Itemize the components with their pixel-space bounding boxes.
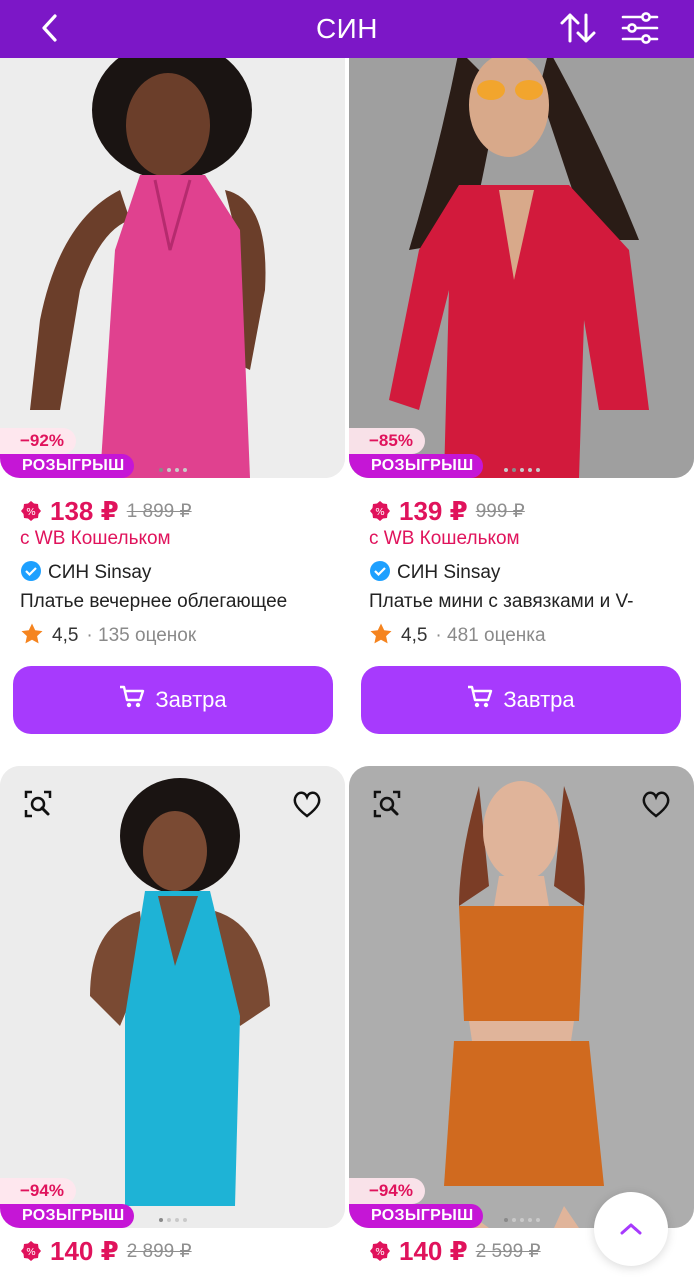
chevron-up-icon: [620, 1223, 642, 1235]
svg-text:%: %: [375, 1247, 385, 1258]
verified-icon: [369, 560, 391, 587]
add-to-cart-button[interactable]: Завтра: [13, 666, 333, 734]
top-bar: СИН: [0, 0, 694, 58]
add-to-cart-label: Завтра: [503, 687, 575, 712]
favorite-heart-icon[interactable]: [287, 784, 327, 824]
product-price: 138 ₽: [50, 495, 119, 526]
product-photo[interactable]: −85% РОЗЫГРЫШ: [349, 0, 694, 478]
visual-search-icon[interactable]: [18, 784, 58, 824]
product-photo[interactable]: −92% РОЗЫГРЫШ: [0, 0, 345, 478]
chevron-left-icon: [42, 14, 57, 42]
wallet-discount-icon: %: [369, 1240, 391, 1262]
cart-icon: [467, 685, 493, 715]
page-title: СИН: [315, 13, 379, 44]
wallet-discount-icon: %: [20, 500, 42, 522]
product-price: 140 ₽: [399, 1235, 468, 1266]
product-price: 140 ₽: [50, 1235, 119, 1266]
filter-button[interactable]: [618, 6, 662, 50]
product-old-price: 1 899 ₽: [126, 500, 192, 522]
product-image: [0, 766, 345, 1228]
discount-badge: −94%: [349, 1178, 425, 1204]
product-old-price: 2 599 ₽: [475, 1240, 541, 1262]
review-count: · 481 оценка: [435, 625, 546, 646]
discount-badge: −92%: [0, 428, 76, 454]
svg-text:%: %: [375, 507, 385, 518]
product-name[interactable]: Платье вечернее облегающее: [20, 588, 335, 616]
cart-icon: [119, 685, 145, 715]
promo-badge: РОЗЫГРЫШ: [0, 1204, 135, 1228]
product-grid: −92% РОЗЫГРЫШ % 138 ₽ 1 899 ₽ с WB Кошел…: [0, 0, 694, 1280]
review-count: · 135 оценок: [86, 625, 197, 646]
promo-badge: РОЗЫГРЫШ: [0, 454, 135, 478]
product-image: [0, 0, 345, 478]
discount-badge: −94%: [0, 1178, 76, 1204]
scroll-to-top-button[interactable]: [594, 1192, 668, 1266]
wallet-note: с WB Кошельком: [369, 528, 520, 549]
promo-badge: РОЗЫГРЫШ: [349, 1204, 484, 1228]
image-pager: [503, 1218, 540, 1222]
visual-search-icon[interactable]: [367, 784, 407, 824]
product-image: [349, 766, 694, 1228]
product-price: 139 ₽: [399, 495, 468, 526]
star-icon: [20, 622, 44, 651]
product-name[interactable]: Платье мини с завязками и V-: [369, 588, 684, 616]
sort-button[interactable]: [556, 6, 600, 50]
product-photo[interactable]: −94% РОЗЫГРЫШ: [349, 766, 694, 1228]
back-button[interactable]: [30, 8, 70, 48]
wallet-discount-icon: %: [369, 500, 391, 522]
product-photo[interactable]: −94% РОЗЫГРЫШ: [0, 766, 345, 1228]
svg-text:%: %: [26, 507, 36, 518]
image-pager: [158, 468, 187, 472]
svg-text:%: %: [26, 1247, 36, 1258]
product-rating: 4,5: [401, 625, 428, 646]
product-rating: 4,5: [52, 625, 79, 646]
sort-arrows-icon: [560, 13, 596, 43]
product-image: [349, 0, 694, 478]
star-icon: [369, 622, 393, 651]
wallet-note: с WB Кошельком: [20, 528, 171, 549]
image-pager: [503, 468, 540, 472]
add-to-cart-label: Завтра: [155, 687, 227, 712]
sliders-icon: [621, 12, 659, 44]
wallet-discount-icon: %: [20, 1240, 42, 1262]
promo-badge: РОЗЫГРЫШ: [349, 454, 484, 478]
product-old-price: 2 899 ₽: [126, 1240, 192, 1262]
add-to-cart-button[interactable]: Завтра: [361, 666, 681, 734]
discount-badge: −85%: [349, 428, 425, 454]
product-old-price: 999 ₽: [475, 500, 525, 522]
image-pager: [158, 1218, 187, 1222]
product-brand[interactable]: СИН Sinsay: [397, 562, 500, 584]
favorite-heart-icon[interactable]: [636, 784, 676, 824]
verified-icon: [20, 560, 42, 587]
product-brand[interactable]: СИН Sinsay: [48, 562, 151, 584]
